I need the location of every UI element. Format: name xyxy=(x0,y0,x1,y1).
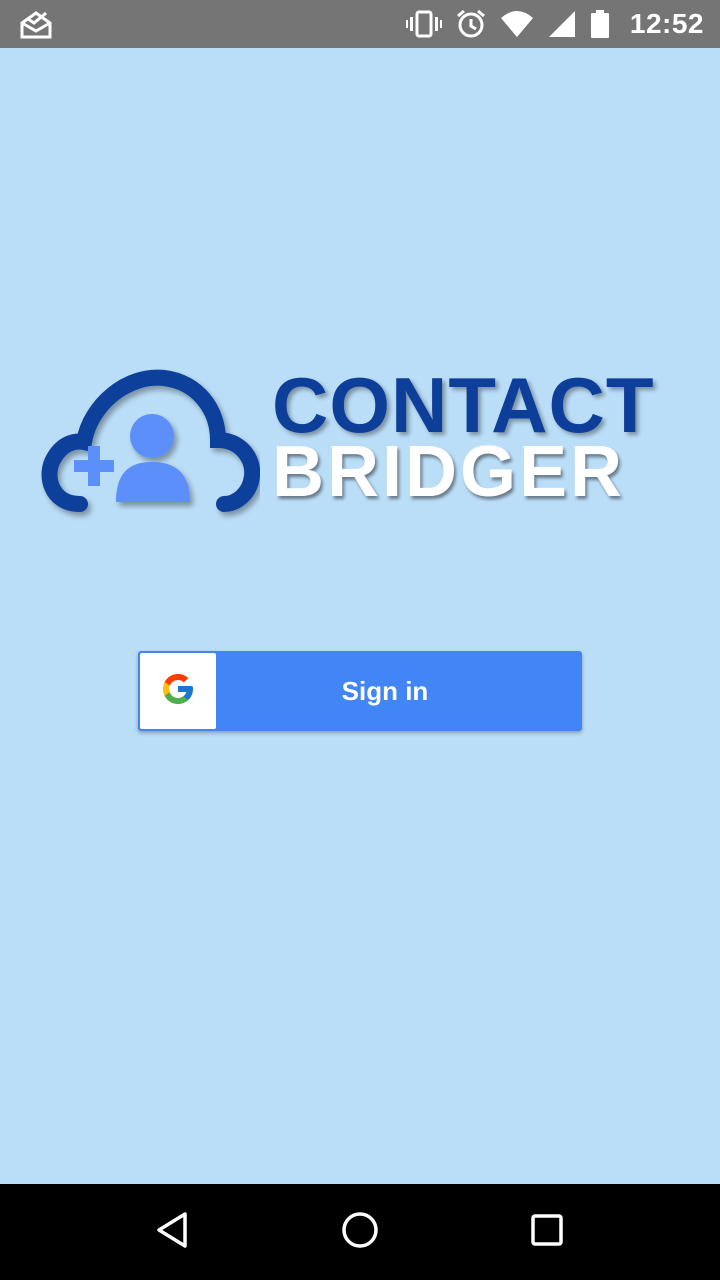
google-icon-box xyxy=(140,653,216,729)
navigation-bar xyxy=(0,1184,720,1280)
main-content: CONTACT BRIDGER Sign in xyxy=(0,48,720,1184)
signin-label: Sign in xyxy=(341,675,429,706)
status-left xyxy=(20,9,52,39)
back-button[interactable] xyxy=(133,1192,213,1272)
wifi-icon xyxy=(500,10,534,38)
status-time: 12:52 xyxy=(629,8,704,39)
brand-name-line-2: BRIDGER xyxy=(272,432,626,512)
battery-icon xyxy=(590,9,610,39)
status-right: 12:52 xyxy=(405,8,704,40)
app-logo: CONTACT BRIDGER xyxy=(40,362,680,532)
recents-button[interactable] xyxy=(507,1192,587,1272)
alarm-icon xyxy=(456,9,486,39)
signal-icon xyxy=(548,10,576,38)
notification-mail-icon xyxy=(20,9,52,39)
home-icon xyxy=(340,1210,380,1255)
vibrate-icon xyxy=(405,9,442,39)
back-icon xyxy=(153,1210,193,1255)
google-icon xyxy=(160,671,196,712)
status-bar: 12:52 xyxy=(0,0,720,48)
home-button[interactable] xyxy=(320,1192,400,1272)
recents-icon xyxy=(527,1210,567,1255)
google-signin-button[interactable]: Sign in xyxy=(138,651,582,731)
